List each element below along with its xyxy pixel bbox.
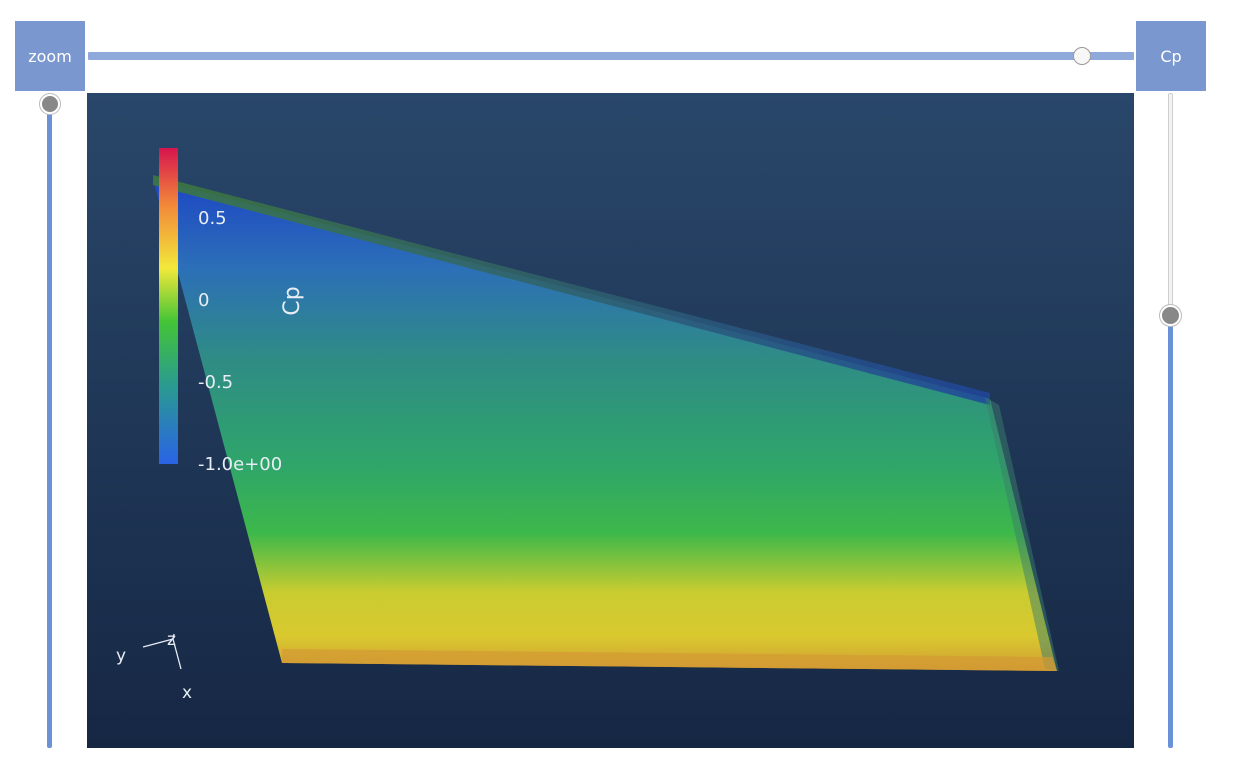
colorbar-tick-1: 0: [198, 290, 209, 311]
render-viewport[interactable]: 0.5 0 -0.5 -1.0e+00 Cp y z x: [87, 93, 1134, 748]
colorbar-gradient: [159, 148, 178, 464]
horizontal-slider-handle[interactable]: [1073, 47, 1091, 65]
colorbar-tick-0: 0.5: [198, 208, 227, 229]
cp-slider-track-empty[interactable]: [1168, 93, 1173, 318]
cp-slider-handle[interactable]: [1160, 305, 1181, 326]
horizontal-slider-track[interactable]: [88, 52, 1134, 60]
cp-slider-track-fill[interactable]: [1168, 318, 1173, 748]
colorbar-tick-2: -0.5: [198, 372, 233, 393]
axis-x-label: x: [182, 683, 192, 703]
zoom-slider-track[interactable]: [47, 100, 52, 748]
axis-z-label: z: [167, 630, 176, 650]
cp-button[interactable]: Cp: [1136, 21, 1206, 91]
zoom-slider-handle[interactable]: [40, 94, 60, 114]
zoom-button-label: zoom: [28, 46, 72, 66]
colorbar-tick-3: -1.0e+00: [198, 454, 282, 475]
colorbar-title: Cp: [280, 286, 305, 315]
zoom-button[interactable]: zoom: [15, 21, 85, 91]
axis-y-label: y: [116, 646, 126, 666]
cp-button-label: Cp: [1160, 46, 1182, 66]
